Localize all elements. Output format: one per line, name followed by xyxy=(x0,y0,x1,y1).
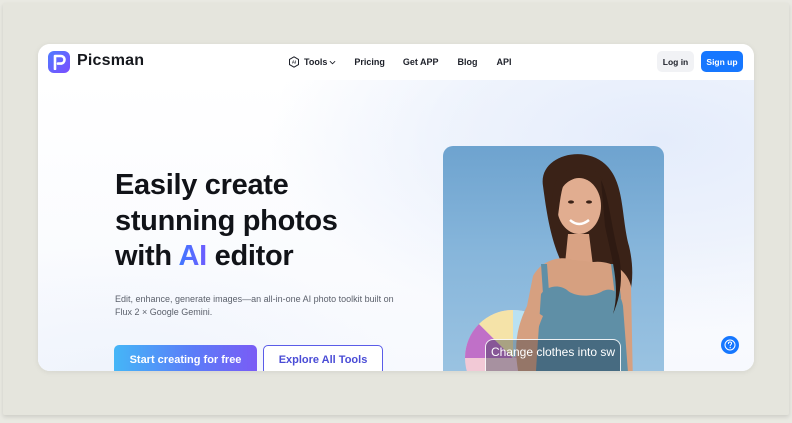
browser-viewport: Picsman AI Tools Pricing Get APP Blog AP… xyxy=(38,44,754,371)
login-button[interactable]: Log in xyxy=(657,51,694,72)
help-button[interactable] xyxy=(721,336,739,354)
question-icon xyxy=(724,339,736,351)
woman-photo-illustration xyxy=(464,154,633,371)
signup-button[interactable]: Sign up xyxy=(701,51,743,72)
headline-line-2: stunning photos xyxy=(115,204,338,237)
brand-name[interactable]: Picsman xyxy=(77,52,144,70)
nav-blog[interactable]: Blog xyxy=(458,57,478,67)
nav-tools[interactable]: AI Tools xyxy=(288,56,336,68)
site-header: Picsman AI Tools Pricing Get APP Blog AP… xyxy=(38,44,754,80)
nav-api[interactable]: API xyxy=(497,57,512,67)
start-creating-button[interactable]: Start creating for free xyxy=(114,345,257,371)
picsman-logo-icon[interactable] xyxy=(48,51,70,73)
hero-subtext: Edit, enhance, generate images—an all-in… xyxy=(115,294,394,317)
headline-line-1: Easily create xyxy=(115,169,289,201)
nav-get-app[interactable]: Get APP xyxy=(403,57,439,67)
explore-tools-button[interactable]: Explore All Tools xyxy=(263,345,383,371)
headline-ai-highlight: AI xyxy=(178,240,207,272)
ai-tools-icon: AI xyxy=(289,56,299,68)
headline-line-3-prefix: with xyxy=(115,240,179,272)
nav-pricing[interactable]: Pricing xyxy=(354,57,385,67)
photo-caption: Change clothes into sw xyxy=(485,339,621,371)
main-nav: AI Tools Pricing Get APP Blog API xyxy=(288,56,512,68)
svg-text:AI: AI xyxy=(292,60,296,65)
hero-headline: Easily create stunning photos with AI ed… xyxy=(115,168,338,275)
chevron-down-icon xyxy=(329,60,336,64)
hero-photo: Change clothes into sw xyxy=(443,146,664,371)
nav-tools-label: Tools xyxy=(304,57,328,67)
headline-line-3-suffix: editor xyxy=(206,240,294,272)
